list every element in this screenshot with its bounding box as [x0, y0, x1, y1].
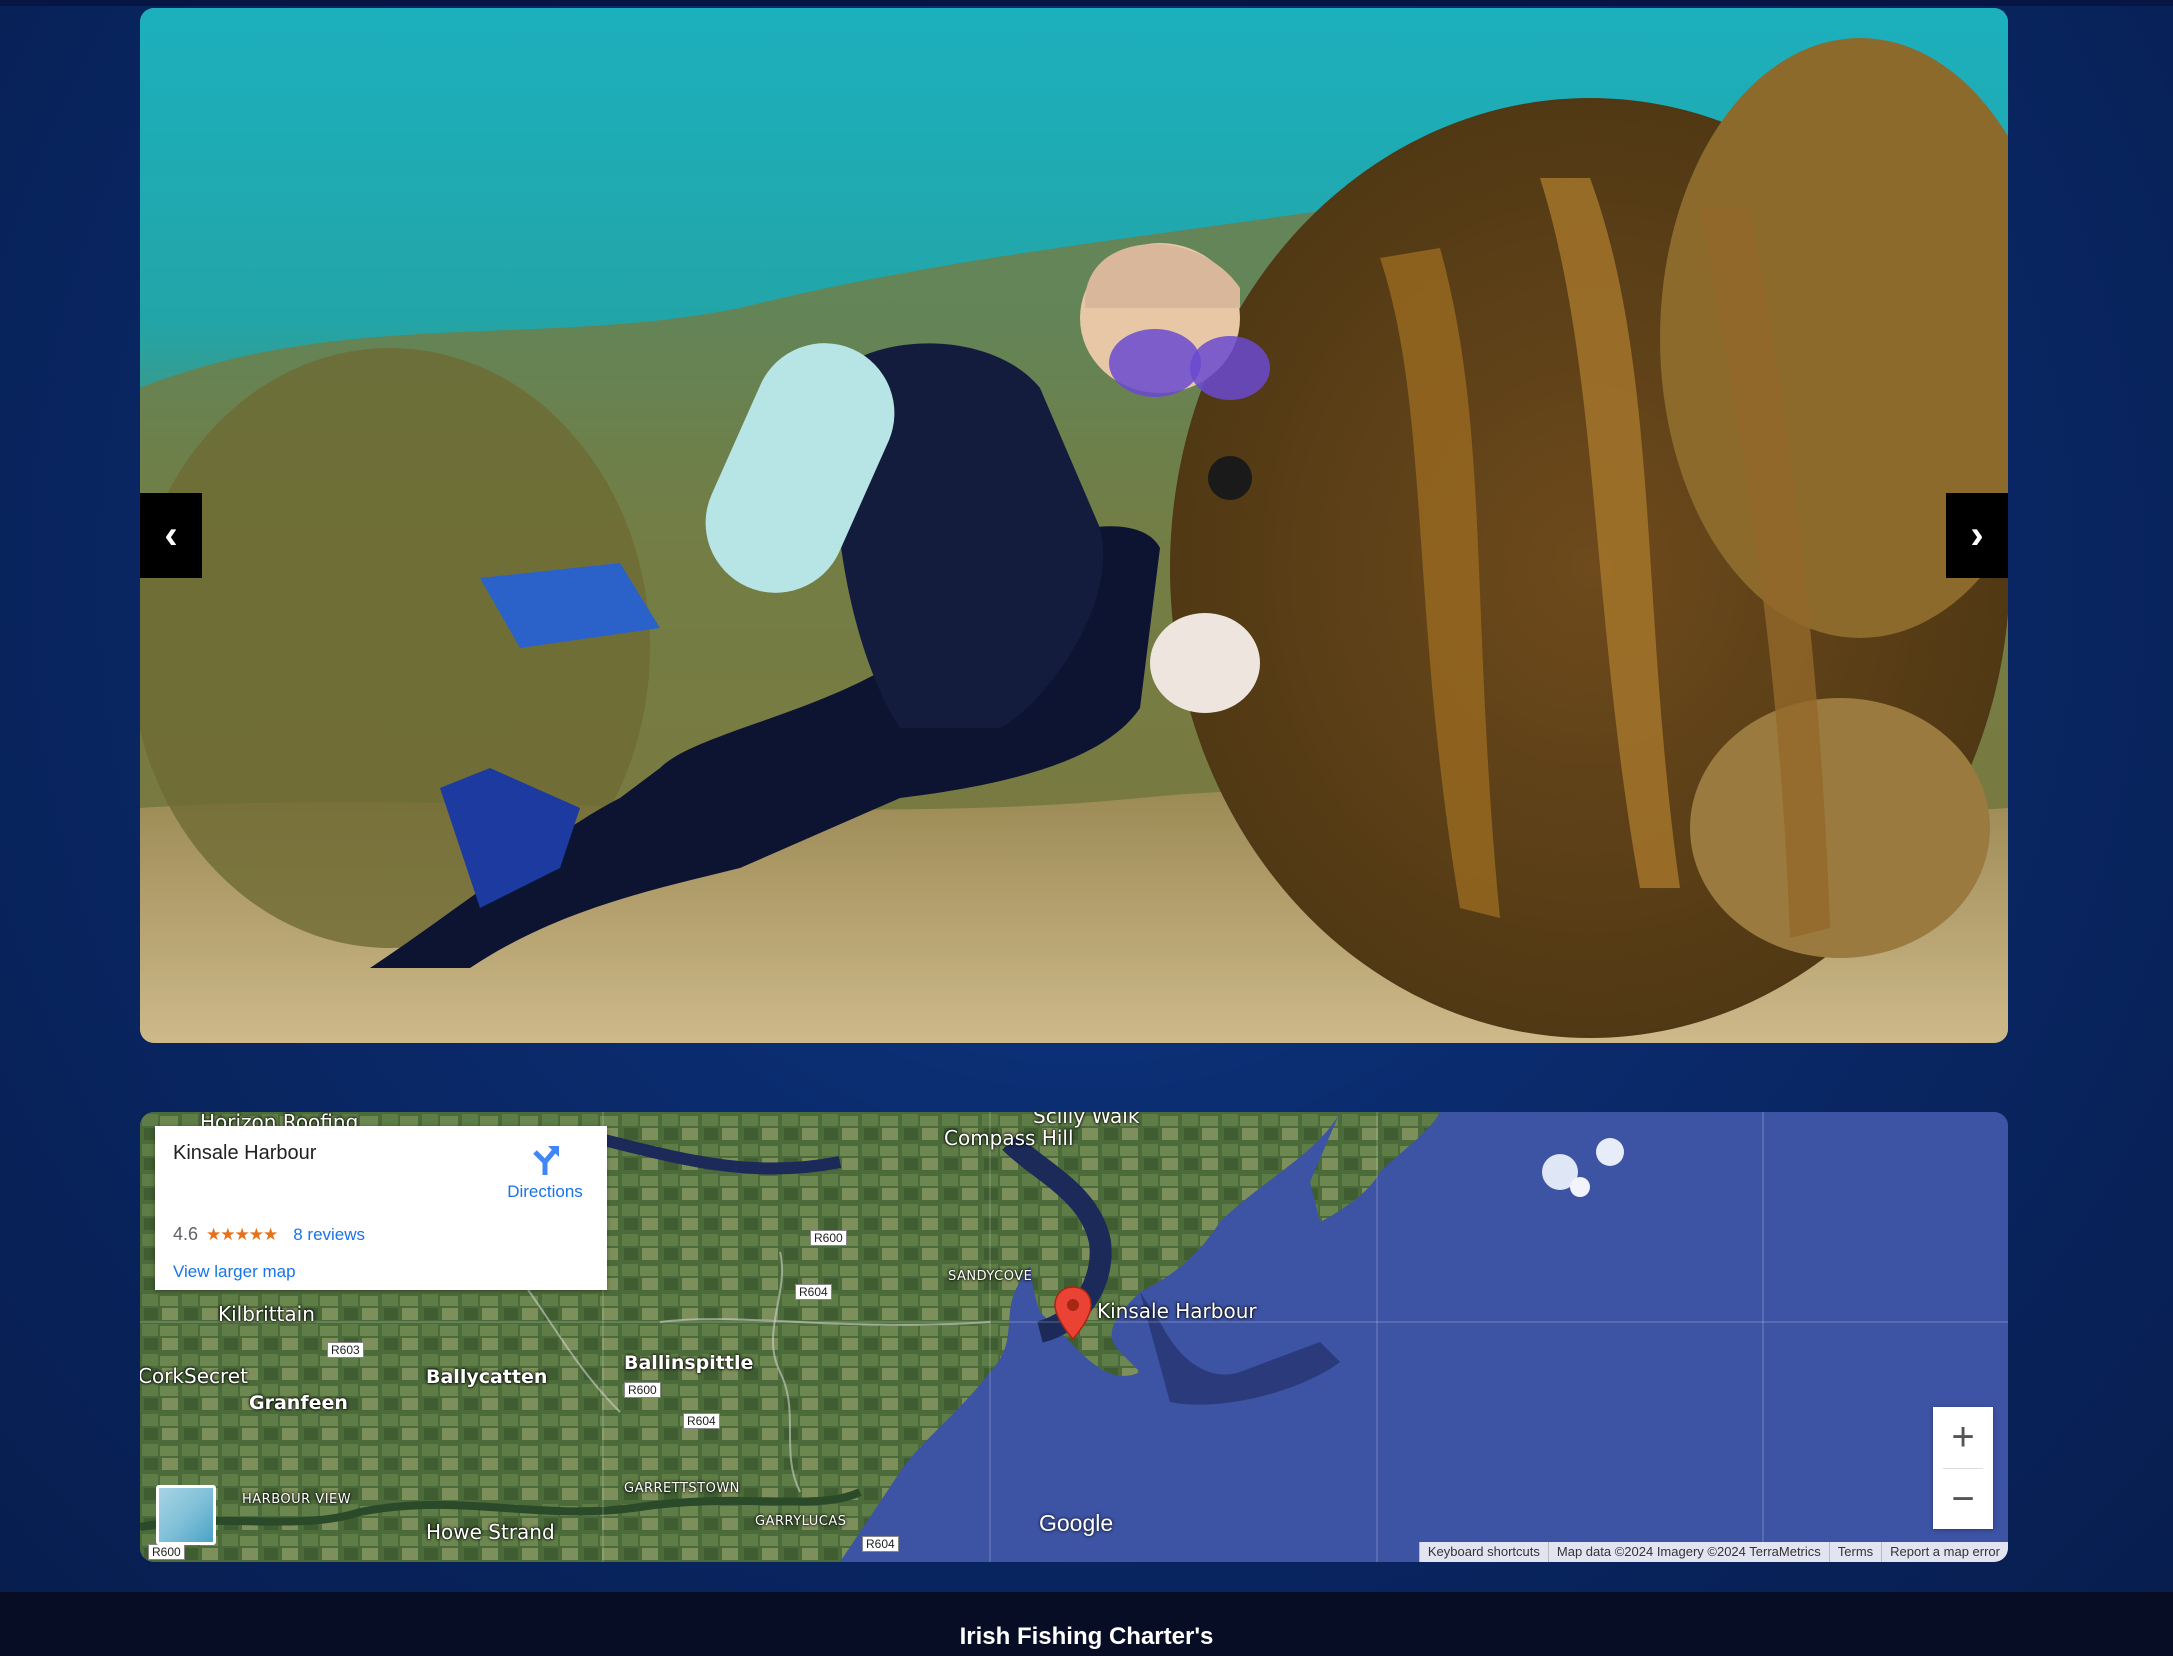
directions-icon [533, 1146, 559, 1175]
road-shield: R604 [795, 1284, 832, 1300]
road-shield: R600 [148, 1544, 185, 1560]
rating-value: 4.6 [173, 1224, 199, 1244]
map-label-howe-strand: Howe Strand [426, 1520, 555, 1544]
map-label-sandycove: SANDYCOVE [948, 1269, 1033, 1284]
map-label-granfeen: Granfeen [249, 1392, 348, 1414]
top-border [0, 0, 2173, 6]
map-label-harbour-view: HARBOUR VIEW [242, 1492, 352, 1507]
directions-label: Directions [507, 1182, 583, 1201]
road-shield: R600 [624, 1382, 661, 1398]
image-slider: ‹ › [140, 8, 2008, 1043]
map-label-ballycatten: Ballycatten [426, 1366, 548, 1388]
zoom-in-button[interactable]: + [1933, 1407, 1993, 1468]
road-shield: R603 [327, 1342, 364, 1358]
terms-link[interactable]: Terms [1828, 1542, 1881, 1562]
rating-row: 4.6 ★★★★★ 8 reviews [173, 1224, 365, 1245]
site-footer: Irish Fishing Charter's [0, 1592, 2173, 1656]
slider-prev-button[interactable]: ‹ [140, 493, 202, 578]
map-pin-label[interactable]: Kinsale Harbour [1097, 1299, 1257, 1323]
place-name: Kinsale Harbour [173, 1142, 317, 1164]
map-attribution-bar: Keyboard shortcuts Map data ©2024 Imager… [1418, 1542, 2008, 1562]
map-data-credit: Map data ©2024 Imagery ©2024 TerraMetric… [1547, 1542, 1829, 1562]
road-shield: R600 [810, 1230, 847, 1246]
map-label-kilbrittain: Kilbrittain [218, 1302, 315, 1326]
road-shield: R604 [862, 1536, 899, 1552]
directions-button[interactable]: Directions [500, 1144, 590, 1202]
map-pin-icon[interactable] [1053, 1285, 1093, 1341]
map-label-corksecret: CorkSecret [140, 1364, 248, 1388]
footer-brand: Irish Fishing Charter's [959, 1623, 1214, 1650]
zoom-out-button[interactable]: − [1933, 1469, 1993, 1529]
map-label-ballinspittle: Ballinspittle [624, 1352, 754, 1374]
map-place-card: Kinsale Harbour Directions 4.6 ★★★★★ 8 r… [155, 1126, 607, 1290]
map-label-garrettstown: GARRETTSTOWN [624, 1481, 740, 1496]
view-larger-map-link[interactable]: View larger map [173, 1262, 296, 1282]
map-zoom-controls: + − [1933, 1407, 1993, 1529]
google-logo: Google [1039, 1510, 1114, 1536]
map-label-compass-hill: Compass Hill [944, 1126, 1074, 1150]
reviews-link[interactable]: 8 reviews [293, 1225, 365, 1245]
slider-next-button[interactable]: › [1946, 493, 2008, 578]
map-label-garrylucas: GARRYLUCAS [755, 1514, 847, 1529]
map-layer-toggle[interactable] [156, 1485, 216, 1545]
diver-photo [140, 8, 2008, 1043]
road-shield: R604 [683, 1413, 720, 1429]
map-embed[interactable]: Horizon Roofing Scilly Walk Compass Hill… [140, 1112, 2008, 1562]
report-map-error-link[interactable]: Report a map error [1881, 1542, 2008, 1562]
keyboard-shortcuts-link[interactable]: Keyboard shortcuts [1418, 1542, 1548, 1562]
rating-stars-icon: ★★★★★ [206, 1224, 278, 1244]
